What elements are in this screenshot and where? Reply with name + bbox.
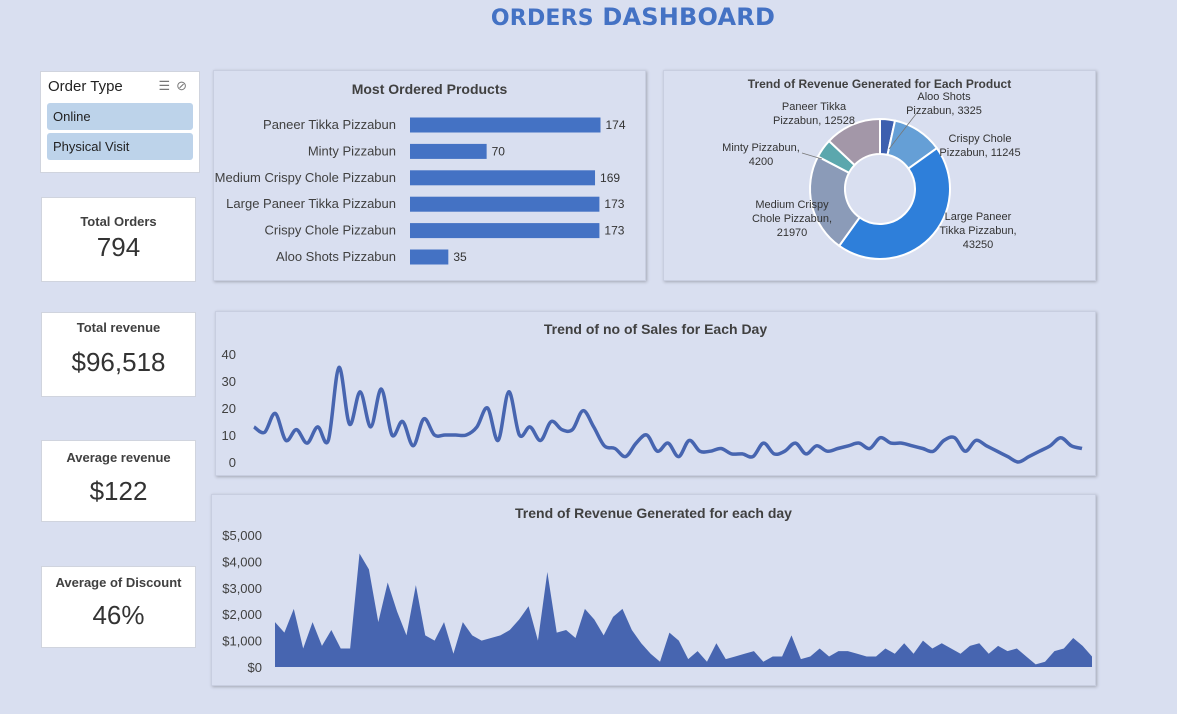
bar bbox=[410, 143, 487, 159]
donut-data-label: Large Paneer bbox=[945, 211, 1012, 223]
y-tick-label: $2,000 bbox=[222, 607, 262, 622]
bar bbox=[410, 170, 596, 186]
bar bbox=[410, 249, 449, 265]
bar-value-label: 35 bbox=[453, 250, 467, 264]
donut-data-label: Aloo Shots bbox=[917, 91, 971, 103]
kpi-average-discount: Average of Discount 46% bbox=[41, 566, 196, 648]
y-tick-label: 0 bbox=[229, 455, 236, 470]
bar-category-label: Medium Crispy Chole Pizzabun bbox=[215, 170, 396, 185]
kpi-value: $96,518 bbox=[71, 347, 166, 377]
slicer-item-label: Physical Visit bbox=[53, 139, 130, 154]
donut-data-label: Crispy Chole bbox=[949, 133, 1012, 145]
clear-filter-icon[interactable]: ⊘ bbox=[176, 78, 193, 93]
kpi-value: $122 bbox=[89, 476, 148, 506]
donut-data-label: Tikka Pizzabun, bbox=[939, 225, 1016, 237]
donut-data-label: 43250 bbox=[963, 239, 994, 251]
y-tick-label: 20 bbox=[222, 401, 236, 416]
donut-data-label: Pizzabun, 12528 bbox=[773, 115, 855, 127]
y-tick-label: $3,000 bbox=[222, 581, 262, 596]
revenue-area-series bbox=[275, 553, 1092, 667]
y-tick-label: $0 bbox=[248, 660, 262, 675]
donut-data-label: 21970 bbox=[777, 227, 808, 239]
dashboard-title-part1: ORDERS bbox=[490, 6, 594, 31]
y-tick-label: 40 bbox=[222, 347, 236, 362]
y-tick-label: 30 bbox=[222, 374, 236, 389]
kpi-label: Average revenue bbox=[66, 450, 171, 465]
donut-data-label: Minty Pizzabun, bbox=[722, 142, 800, 154]
kpi-value: 794 bbox=[96, 232, 141, 262]
slicer-toolbar: ☰⊘ bbox=[158, 78, 193, 94]
multi-select-icon[interactable]: ☰ bbox=[158, 78, 176, 93]
slicer-title: Order Type bbox=[48, 78, 123, 95]
donut-data-label: Paneer Tikka bbox=[782, 101, 847, 113]
bar-category-label: Paneer Tikka Pizzabun bbox=[263, 117, 396, 132]
bar-value-label: 169 bbox=[600, 171, 620, 185]
dashboard-title-part2: DASHBOARD bbox=[602, 3, 776, 31]
donut-data-label: Pizzabun, 3325 bbox=[906, 105, 982, 117]
dashboard-title: ORDERS DASHBOARD bbox=[0, 3, 1177, 31]
kpi-value: 46% bbox=[92, 600, 145, 630]
bar bbox=[410, 117, 601, 133]
daily-revenue-chart[interactable]: Trend of Revenue Generated for each day … bbox=[211, 494, 1096, 686]
most-ordered-products-chart[interactable]: Most Ordered Products Paneer Tikka Pizza… bbox=[213, 70, 646, 281]
bar-category-label: Aloo Shots Pizzabun bbox=[276, 249, 396, 264]
kpi-average-revenue: Average revenue $122 bbox=[41, 440, 196, 522]
kpi-label: Average of Discount bbox=[55, 575, 182, 590]
bar-chart-plot: Paneer Tikka Pizzabun 174 Minty Pizzabun 70… bbox=[215, 117, 626, 265]
order-type-slicer: Order Type ☰⊘ Online Physical Visit bbox=[40, 71, 200, 173]
daily-sales-chart[interactable]: Trend of no of Sales for Each Day 0 10 20 3… bbox=[215, 311, 1096, 476]
bar-category-label: Crispy Chole Pizzabun bbox=[264, 223, 396, 238]
line-chart-plot: 0 10 20 30 40 bbox=[222, 347, 1083, 470]
y-tick-label: $4,000 bbox=[222, 554, 262, 569]
kpi-total-orders: Total Orders 794 bbox=[41, 197, 196, 282]
donut-data-label: Medium Crispy bbox=[755, 199, 829, 211]
slicer-item-label: Online bbox=[53, 109, 91, 124]
bar-category-label: Large Paneer Tikka Pizzabun bbox=[226, 196, 396, 211]
donut-data-label: Pizzabun, 11245 bbox=[939, 147, 1020, 159]
bar-value-label: 173 bbox=[604, 197, 624, 211]
y-tick-label: 10 bbox=[222, 428, 236, 443]
bar bbox=[410, 223, 600, 239]
y-tick-label: $1,000 bbox=[222, 634, 262, 649]
slicer-item-physical-visit[interactable]: Physical Visit bbox=[47, 133, 193, 160]
y-tick-label: $5,000 bbox=[222, 528, 262, 543]
slicer-item-online[interactable]: Online bbox=[47, 103, 193, 130]
revenue-by-product-chart[interactable]: Trend of Revenue Generated for Each Prod… bbox=[663, 70, 1096, 281]
bar-value-label: 70 bbox=[492, 144, 506, 158]
kpi-label: Total Orders bbox=[80, 214, 157, 229]
donut-chart-plot: Aloo Shots Pizzabun, 3325 Crispy Chole Pizz… bbox=[722, 91, 1021, 260]
bar-value-label: 173 bbox=[604, 224, 624, 238]
area-chart-plot: $0 $1,000 $2,000 $3,000 $4,000 $5,000 bbox=[222, 528, 1092, 675]
kpi-label: Total revenue bbox=[76, 320, 161, 335]
kpi-total-revenue: Total revenue $96,518 bbox=[41, 312, 196, 397]
bar-value-label: 174 bbox=[605, 118, 625, 132]
bar-category-label: Minty Pizzabun bbox=[308, 143, 396, 158]
sales-line-series bbox=[252, 365, 1083, 464]
bar bbox=[410, 196, 600, 212]
donut-data-label: Chole Pizzabun, bbox=[752, 213, 832, 225]
donut-data-label: 4200 bbox=[749, 156, 773, 168]
